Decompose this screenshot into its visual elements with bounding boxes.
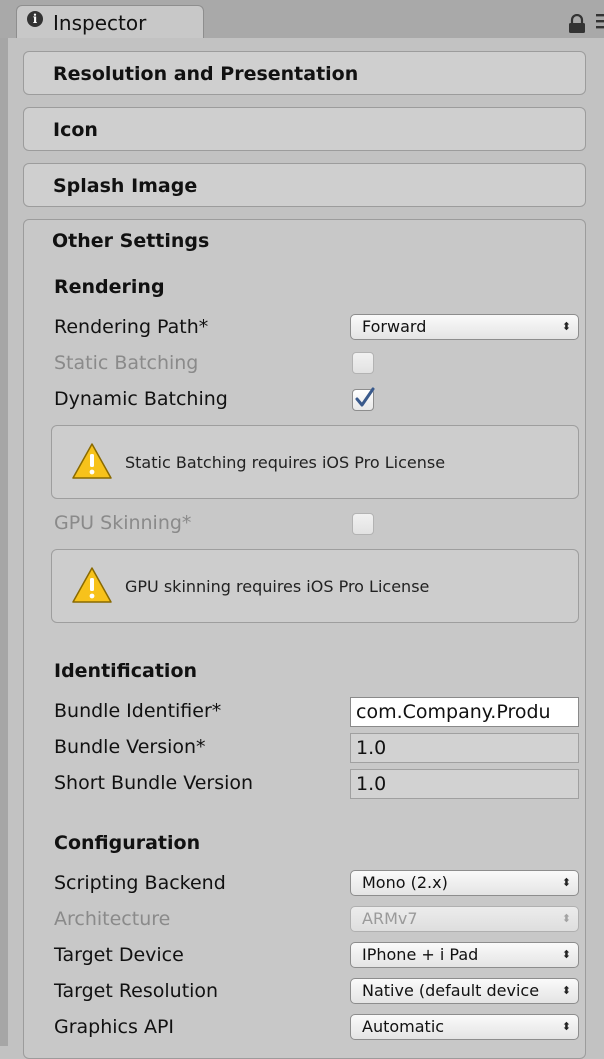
lock-icon[interactable]: [566, 14, 588, 34]
dropdown-arrows-icon: ⬍: [559, 907, 571, 931]
gpu-skinning-label: GPU Skinning*: [54, 512, 192, 534]
gpu-skinning-warning: GPU skinning requires iOS Pro License: [51, 549, 579, 623]
dropdown-arrows-icon: ⬍: [559, 1015, 571, 1039]
static-batching-warning: Static Batching requires iOS Pro License: [51, 425, 579, 499]
target-resolution-dropdown[interactable]: Native (default device ⬍: [350, 978, 579, 1004]
menu-icon[interactable]: [594, 12, 604, 34]
section-other-settings: [23, 219, 586, 1059]
section-title: Resolution and Presentation: [53, 63, 359, 85]
dropdown-value: Mono (2.x): [362, 873, 448, 892]
warning-message: GPU skinning requires iOS Pro License: [125, 577, 430, 596]
left-gutter: [0, 38, 8, 1046]
short-bundle-version-input[interactable]: 1.0: [350, 769, 579, 799]
rendering-path-label: Rendering Path*: [54, 316, 209, 338]
info-icon: i: [27, 11, 43, 27]
dropdown-arrows-icon: ⬍: [559, 979, 571, 1003]
gpu-skinning-checkbox[interactable]: [352, 513, 374, 535]
dropdown-value: Native (default device: [362, 981, 540, 1000]
bundle-identifier-label: Bundle Identifier*: [54, 700, 222, 722]
target-device-label: Target Device: [54, 944, 184, 966]
section-title-other-settings[interactable]: Other Settings: [52, 230, 209, 252]
target-resolution-label: Target Resolution: [54, 980, 219, 1002]
tab-title: Inspector: [53, 11, 147, 35]
dropdown-arrows-icon: ⬍: [559, 871, 571, 895]
architecture-dropdown[interactable]: ARMv7 ⬍: [350, 906, 579, 932]
dropdown-value: IPhone + i Pad: [362, 945, 479, 964]
static-batching-label: Static Batching: [54, 352, 199, 374]
graphics-api-label: Graphics API: [54, 1016, 175, 1038]
scripting-backend-label: Scripting Backend: [54, 872, 226, 894]
warning-icon: [72, 443, 112, 479]
dropdown-arrows-icon: ⬍: [559, 315, 571, 339]
dropdown-value: Forward: [362, 317, 427, 336]
section-icon[interactable]: Icon: [23, 107, 586, 151]
static-batching-checkbox[interactable]: [352, 352, 374, 374]
rendering-path-dropdown[interactable]: Forward ⬍: [350, 314, 579, 340]
bundle-version-label: Bundle Version*: [54, 736, 206, 758]
warning-message: Static Batching requires iOS Pro License: [125, 453, 446, 472]
identification-heading: Identification: [54, 660, 198, 682]
warning-icon: [72, 567, 112, 603]
bundle-version-input[interactable]: 1.0: [350, 733, 579, 763]
graphics-api-dropdown[interactable]: Automatic ⬍: [350, 1014, 579, 1040]
bundle-identifier-input[interactable]: com.Company.Produ: [350, 697, 579, 727]
section-splash-image[interactable]: Splash Image: [23, 163, 586, 207]
target-device-dropdown[interactable]: IPhone + i Pad ⬍: [350, 942, 579, 968]
section-title: Icon: [53, 119, 98, 141]
checkmark-icon: [355, 387, 375, 407]
dropdown-arrows-icon: ⬍: [559, 943, 571, 967]
dynamic-batching-label: Dynamic Batching: [54, 388, 228, 410]
tab-inspector[interactable]: i Inspector: [16, 5, 204, 38]
dynamic-batching-checkbox[interactable]: [352, 387, 375, 411]
section-resolution-and-presentation[interactable]: Resolution and Presentation: [23, 51, 586, 95]
configuration-heading: Configuration: [54, 832, 201, 854]
rendering-heading: Rendering: [54, 276, 165, 298]
architecture-label: Architecture: [54, 908, 171, 930]
dropdown-value: Automatic: [362, 1017, 445, 1036]
short-bundle-version-label: Short Bundle Version: [54, 772, 254, 794]
dropdown-value: ARMv7: [362, 909, 418, 928]
scripting-backend-dropdown[interactable]: Mono (2.x) ⬍: [350, 870, 579, 896]
section-title: Splash Image: [53, 175, 198, 197]
